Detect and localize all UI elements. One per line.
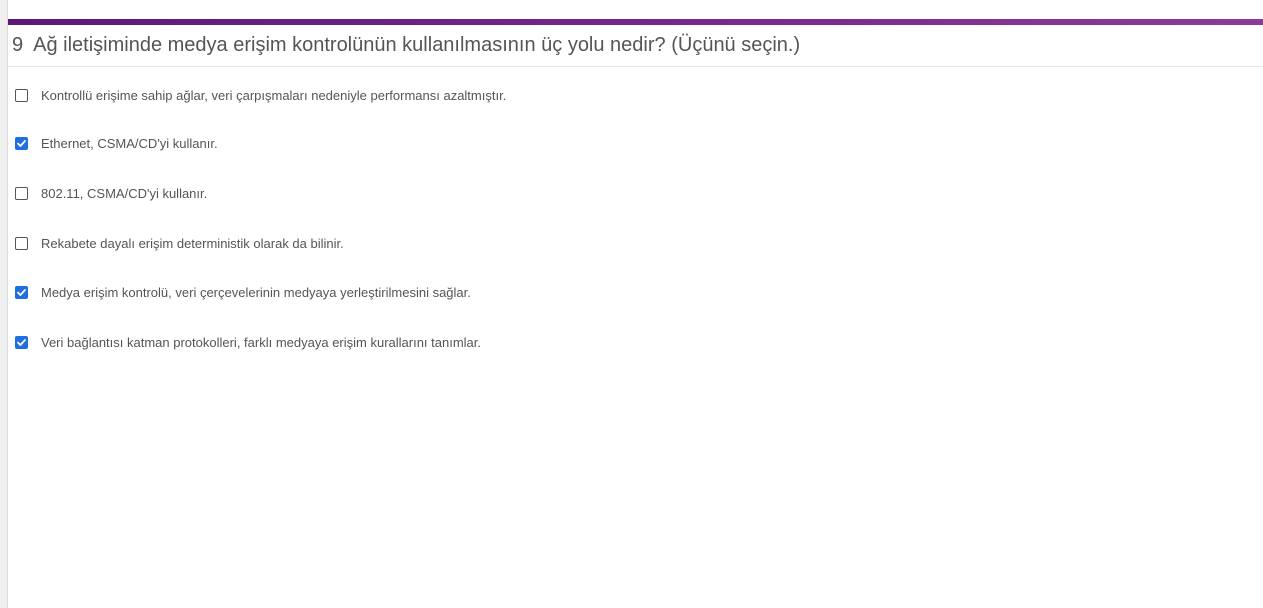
question-text: Ağ iletişiminde medya erişim kontrolünün… (33, 34, 801, 56)
answer-checkbox-1[interactable] (15, 88, 28, 102)
question-card: 9 Ağ iletişiminde medya erişim kontrolün… (8, 19, 1263, 608)
answer-checkbox-4[interactable] (15, 236, 28, 250)
answer-label-6[interactable]: Veri bağlantısı katman protokolleri, far… (41, 335, 481, 350)
answer-label-2[interactable]: Ethernet, CSMA/CD'yi kullanır. (41, 136, 218, 151)
checkmark-icon (17, 288, 26, 296)
answer-label-4[interactable]: Rekabete dayalı erişim deterministik ola… (41, 236, 344, 251)
question-header: 9 Ağ iletişiminde medya erişim kontrolün… (8, 25, 1263, 67)
left-rail (0, 0, 8, 608)
answer-option-1[interactable]: Kontrollü erişime sahip ağlar, veri çarp… (15, 86, 506, 104)
checkmark-icon (17, 338, 26, 346)
answer-label-5[interactable]: Medya erişim kontrolü, veri çerçevelerin… (41, 285, 471, 300)
answer-option-5[interactable]: Medya erişim kontrolü, veri çerçevelerin… (15, 283, 471, 301)
answer-option-3[interactable]: 802.11, CSMA/CD'yi kullanır. (15, 184, 207, 202)
answer-checkbox-5[interactable] (15, 285, 28, 299)
answer-checkbox-2[interactable] (15, 136, 28, 150)
answer-option-6[interactable]: Veri bağlantısı katman protokolleri, far… (15, 333, 481, 351)
answer-label-3[interactable]: 802.11, CSMA/CD'yi kullanır. (41, 186, 207, 201)
answer-option-2[interactable]: Ethernet, CSMA/CD'yi kullanır. (15, 134, 218, 152)
question-number: 9 (12, 34, 24, 56)
answer-checkbox-6[interactable] (15, 335, 28, 349)
answer-label-1[interactable]: Kontrollü erişime sahip ağlar, veri çarp… (41, 88, 506, 103)
answer-checkbox-3[interactable] (15, 186, 28, 200)
checkmark-icon (17, 139, 26, 147)
answer-option-4[interactable]: Rekabete dayalı erişim deterministik ola… (15, 234, 344, 252)
